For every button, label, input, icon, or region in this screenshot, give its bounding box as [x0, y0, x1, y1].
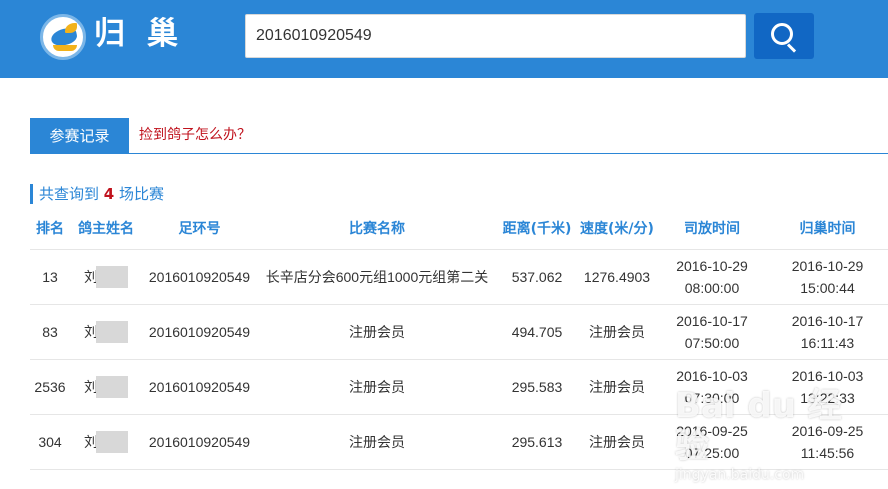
header-release: 司放时间	[657, 207, 767, 250]
found-pigeon-link[interactable]: 捡到鸽子怎么办？	[139, 118, 251, 154]
cell-race: 长辛店分会600元组1000元组第二关	[257, 249, 497, 305]
cell-race-register-link[interactable]: 注册会员	[257, 304, 497, 360]
cell-distance: 494.705	[497, 304, 577, 360]
cell-race-register-link[interactable]: 注册会员	[257, 414, 497, 470]
results-summary: 共查询到 4 场比赛	[30, 184, 164, 204]
cell-ring[interactable]: 2016010920549	[142, 304, 257, 360]
return-time: 16:11:43	[800, 334, 855, 351]
return-time: 15:00:44	[800, 279, 855, 296]
cell-rank: 13	[30, 249, 70, 305]
cell-distance: 295.613	[497, 414, 577, 470]
tab-bar: 参赛记录 捡到鸽子怎么办？	[30, 118, 888, 154]
cell-release: 2016-10-17 07:50:00	[657, 304, 767, 360]
search-button[interactable]	[754, 13, 814, 59]
cell-ring[interactable]: 2016010920549	[142, 359, 257, 415]
cell-rank: 2536	[30, 359, 70, 415]
release-date: 2016-10-17	[676, 312, 748, 329]
redacted-block	[96, 375, 128, 398]
cell-owner: 刘	[70, 414, 142, 470]
header-rank: 排名	[30, 207, 70, 250]
summary-suffix: 场比赛	[119, 185, 165, 203]
cell-race-register-link[interactable]: 注册会员	[257, 359, 497, 415]
header-race: 比赛名称	[257, 207, 497, 250]
header-return: 归巢时间	[767, 207, 888, 250]
baidu-watermark: Bai du 经验 jingyan.baidu.com	[675, 386, 875, 483]
summary-prefix: 共查询到	[39, 185, 100, 203]
pigeon-logo-icon[interactable]	[40, 14, 86, 60]
search-input[interactable]: 2016010920549	[245, 14, 746, 58]
release-date: 2016-10-29	[676, 257, 748, 274]
cell-speed-register-link[interactable]: 注册会员	[577, 304, 657, 360]
watermark-sub: jingyan.baidu.com	[675, 467, 805, 483]
redacted-block	[96, 430, 128, 453]
nest-base	[53, 45, 77, 51]
return-date: 2016-10-29	[791, 257, 864, 274]
cell-ring[interactable]: 2016010920549	[142, 414, 257, 470]
cell-owner: 刘	[70, 359, 142, 415]
return-date: 2016-10-03	[791, 367, 864, 384]
top-header: 归巢 2016010920549	[0, 0, 888, 78]
tab-race-records[interactable]: 参赛记录	[30, 118, 129, 154]
header-ring: 足环号	[142, 207, 257, 250]
redacted-block	[96, 320, 128, 343]
cell-speed: 1276.4903	[577, 249, 657, 305]
header-owner: 鸽主姓名	[70, 207, 142, 250]
cell-speed-register-link[interactable]: 注册会员	[577, 359, 657, 415]
table-row: 13 刘 2016010920549 长辛店分会600元组1000元组第二关 5…	[30, 249, 888, 305]
cell-rank: 304	[30, 414, 70, 470]
cell-distance: 295.583	[497, 359, 577, 415]
cell-return: 2016-10-17 16:11:43	[767, 304, 888, 360]
cell-owner: 刘	[70, 304, 142, 360]
summary-count: 4	[103, 185, 115, 203]
release-time: 08:00:00	[684, 279, 740, 296]
logo-text[interactable]: 归巢	[94, 14, 200, 54]
watermark-text: Bai du 经验	[675, 386, 842, 466]
release-time: 07:50:00	[684, 334, 740, 351]
return-date: 2016-10-17	[791, 312, 864, 329]
cell-return: 2016-10-29 15:00:44	[767, 249, 888, 305]
cell-distance: 537.062	[497, 249, 577, 305]
search-icon-handle	[786, 43, 797, 53]
table-header-row: 排名 鸽主姓名 足环号 比赛名称 距离(千米) 速度(米/分) 司放时间 归巢时…	[30, 207, 888, 250]
cell-release: 2016-10-29 08:00:00	[657, 249, 767, 305]
cell-rank: 83	[30, 304, 70, 360]
header-speed: 速度(米/分)	[577, 207, 657, 250]
redacted-block	[96, 265, 128, 288]
cell-owner: 刘	[70, 249, 142, 305]
search-icon	[771, 23, 793, 45]
header-distance: 距离(千米)	[497, 207, 577, 250]
table-row: 83 刘 2016010920549 注册会员 494.705 注册会员 201…	[30, 304, 888, 360]
cell-ring[interactable]: 2016010920549	[142, 249, 257, 305]
cell-speed-register-link[interactable]: 注册会员	[577, 414, 657, 470]
release-date: 2016-10-03	[676, 367, 748, 384]
